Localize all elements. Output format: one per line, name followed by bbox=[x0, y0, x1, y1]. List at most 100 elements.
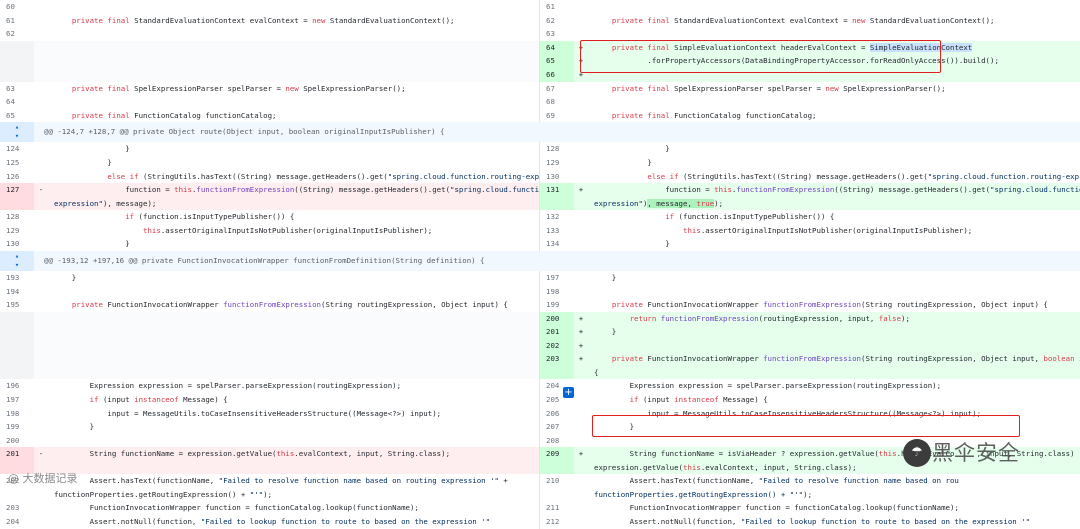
line-number[interactable] bbox=[0, 325, 34, 339]
line-number[interactable]: 131 bbox=[540, 183, 574, 211]
diff-row: 202 Assert.hasText(functionName, "Failed… bbox=[0, 474, 1080, 502]
line-number[interactable]: 196 bbox=[0, 379, 34, 393]
line-number[interactable]: 125 bbox=[0, 156, 34, 170]
line-number[interactable]: 65 bbox=[0, 109, 34, 123]
diff-marker bbox=[34, 271, 48, 285]
line-number[interactable]: 62 bbox=[540, 14, 574, 28]
line-number[interactable]: 200 bbox=[540, 311, 574, 326]
line-number[interactable]: 206 bbox=[540, 407, 574, 421]
left-side: 200 bbox=[0, 433, 540, 448]
line-number[interactable]: 61 bbox=[540, 0, 574, 14]
line-number[interactable]: 126 bbox=[0, 170, 34, 184]
line-number[interactable]: 212 bbox=[540, 515, 574, 529]
line-number[interactable]: 61 bbox=[0, 14, 34, 28]
line-number[interactable]: 195 bbox=[0, 298, 34, 312]
expand-icon[interactable]: ▴ ▾ bbox=[0, 122, 34, 143]
line-number[interactable]: 207 bbox=[540, 420, 574, 434]
line-number[interactable]: 202 bbox=[540, 338, 574, 353]
left-side bbox=[0, 40, 540, 55]
left-side: 124 } bbox=[0, 142, 540, 156]
line-number[interactable]: 193 bbox=[0, 271, 34, 285]
diff-marker bbox=[574, 27, 588, 41]
code-text: Expression expression = spelParser.parse… bbox=[54, 381, 402, 391]
line-number[interactable]: 201 bbox=[540, 325, 574, 339]
diff-marker bbox=[34, 27, 48, 41]
code-text: Assert.hasText(functionName, "Failed to … bbox=[54, 476, 508, 500]
right-side: 62 private final StandardEvaluationConte… bbox=[540, 14, 1080, 28]
line-number[interactable]: 197 bbox=[0, 393, 34, 407]
line-number[interactable] bbox=[0, 352, 34, 380]
left-side bbox=[0, 67, 540, 82]
left-side bbox=[0, 352, 540, 380]
line-number[interactable]: 200 bbox=[0, 434, 34, 448]
left-side: 195 private FunctionInvocationWrapper fu… bbox=[0, 298, 540, 312]
diff-row: 197 if (input instanceof Message) {205 i… bbox=[0, 393, 1080, 407]
line-number[interactable]: 64 bbox=[540, 40, 574, 55]
line-number[interactable]: 134 bbox=[540, 237, 574, 251]
line-number[interactable]: 129 bbox=[0, 224, 34, 238]
line-number[interactable]: 124 bbox=[0, 142, 34, 156]
code-text: String functionName = expression.getValu… bbox=[54, 449, 451, 459]
code-text: this.assertOriginalInputIsNotPublisher(o… bbox=[683, 225, 973, 235]
line-number[interactable]: 210 bbox=[540, 474, 574, 501]
line-number[interactable] bbox=[0, 311, 34, 326]
diff-marker bbox=[34, 312, 48, 326]
line-number[interactable]: 198 bbox=[0, 407, 34, 421]
line-number[interactable]: 203 bbox=[540, 352, 574, 380]
code-text: if (function.isInputTypePublisher()) { bbox=[665, 212, 835, 222]
right-side: 198 bbox=[540, 285, 1080, 299]
line-number[interactable]: 127 bbox=[0, 183, 34, 211]
line-number[interactable]: 199 bbox=[0, 420, 34, 434]
line-number[interactable]: 63 bbox=[0, 82, 34, 96]
code-text: FunctionInvocationWrapper function = fun… bbox=[54, 503, 419, 513]
line-number[interactable]: 68 bbox=[540, 95, 574, 109]
diff-row: 194 198 bbox=[0, 284, 1080, 299]
right-side: 132 if (function.isInputTypePublisher())… bbox=[540, 210, 1080, 224]
line-number[interactable]: 204 bbox=[0, 515, 34, 529]
line-number[interactable]: 63 bbox=[540, 27, 574, 41]
diff-row: 124 } 128 } bbox=[0, 142, 1080, 156]
line-number[interactable] bbox=[0, 40, 34, 55]
diff-row: 203 + private FunctionInvocationWrapper f… bbox=[0, 352, 1080, 380]
line-number[interactable]: 209 bbox=[540, 447, 574, 475]
line-number[interactable]: 194 bbox=[0, 285, 34, 299]
line-number[interactable]: 203 bbox=[0, 501, 34, 515]
line-number[interactable]: 199 bbox=[540, 298, 574, 312]
line-number[interactable]: 133 bbox=[540, 224, 574, 238]
line-number[interactable]: 128 bbox=[540, 142, 574, 156]
expand-icon[interactable]: ▴ ▾ bbox=[0, 250, 34, 271]
right-side: 204 Expression expression = spelParser.p… bbox=[540, 379, 1080, 393]
line-number[interactable]: 60 bbox=[0, 0, 34, 14]
line-number[interactable]: 197 bbox=[540, 271, 574, 285]
line-number[interactable] bbox=[0, 338, 34, 353]
line-number[interactable]: 208 bbox=[540, 434, 574, 448]
line-number[interactable]: 67 bbox=[540, 82, 574, 96]
line-number[interactable]: 66 bbox=[540, 67, 574, 82]
line-number[interactable]: 132 bbox=[540, 210, 574, 224]
code-text: } bbox=[594, 144, 670, 154]
line-number[interactable]: 211 bbox=[540, 501, 574, 515]
add-comment-button[interactable]: + bbox=[563, 387, 574, 398]
line-number[interactable]: 65 bbox=[540, 54, 574, 68]
diff-row: 202 + bbox=[0, 338, 1080, 353]
code-text: private FunctionInvocationWrapper functi… bbox=[594, 354, 1080, 378]
line-number[interactable]: 128 bbox=[0, 210, 34, 224]
line-number[interactable]: 129 bbox=[540, 156, 574, 170]
left-side bbox=[0, 338, 540, 353]
line-number[interactable]: 130 bbox=[0, 237, 34, 251]
watermark-text: 黑伞安全 bbox=[932, 441, 1020, 465]
line-number[interactable] bbox=[0, 67, 34, 82]
line-number[interactable]: 198 bbox=[540, 285, 574, 299]
left-side: 65 private final FunctionCatalog functio… bbox=[0, 108, 540, 123]
line-number[interactable] bbox=[0, 54, 34, 68]
diff-marker bbox=[34, 237, 48, 251]
left-side: 128 if (function.isInputTypePublisher())… bbox=[0, 210, 540, 224]
line-number[interactable]: 64 bbox=[0, 95, 34, 109]
line-number[interactable]: 69 bbox=[540, 109, 574, 123]
line-number[interactable]: 130 bbox=[540, 170, 574, 184]
diff-marker bbox=[574, 434, 588, 448]
right-side: 199 private FunctionInvocationWrapper fu… bbox=[540, 298, 1080, 312]
line-number[interactable]: 62 bbox=[0, 27, 34, 41]
